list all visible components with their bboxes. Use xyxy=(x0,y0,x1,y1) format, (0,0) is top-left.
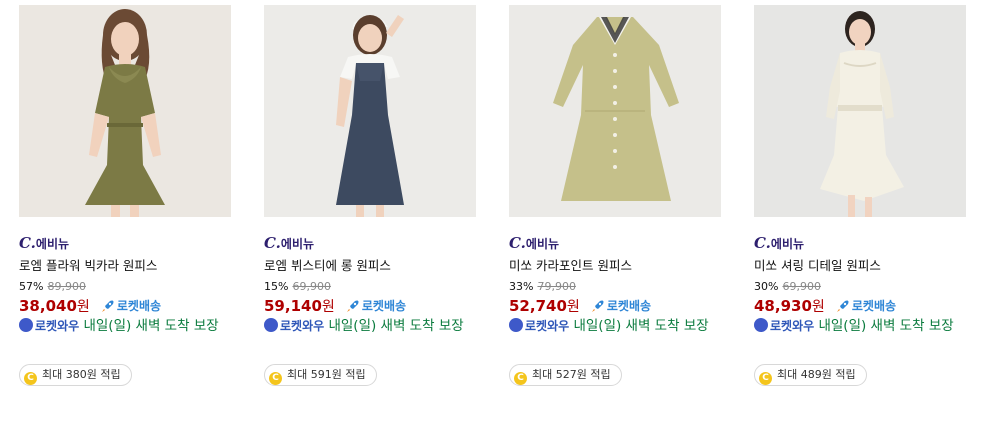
rocket-delivery-badge: 로켓배송 xyxy=(101,296,161,316)
product-card[interactable]: C.에비뉴 로엠 뷔스티에 롱 원피스 15% 69,900 59,140원 로켓… xyxy=(264,5,477,386)
rocket-icon xyxy=(101,300,114,312)
currency-unit: 원 xyxy=(811,299,825,315)
discount-rate: 33% xyxy=(509,280,534,293)
reward-badge: C 최대 489원 적립 xyxy=(754,364,867,386)
wow-label: 로켓와우 xyxy=(35,319,80,333)
product-image[interactable] xyxy=(509,5,721,217)
delivery-text: 내일(일) 새벽 도착 보장 xyxy=(328,318,464,334)
delivery-text: 내일(일) 새벽 도착 보장 xyxy=(818,318,954,334)
product-card[interactable]: C.에비뉴 미쏘 셔링 디테일 원피스 30% 69,900 48,930원 로켓… xyxy=(754,5,967,386)
coin-icon: C xyxy=(24,372,37,385)
rocket-icon xyxy=(591,300,604,312)
product-card[interactable]: C.에비뉴 로엠 플라워 빅카라 원피스 57% 89,900 38,040원 로… xyxy=(19,5,232,386)
reward-badge: C 최대 527원 적립 xyxy=(509,364,622,386)
product-name[interactable]: 로엠 플라워 빅카라 원피스 xyxy=(19,257,232,275)
reward-text: 최대 489원 적립 xyxy=(777,368,856,381)
rocket-icon xyxy=(836,300,849,312)
brand-logo: C.에비뉴 xyxy=(754,234,805,252)
reward-badge: C 최대 591원 적립 xyxy=(264,364,377,386)
brand-name: 에비뉴 xyxy=(770,237,805,251)
original-price: 69,900 xyxy=(782,280,821,293)
rocket-delivery-badge: 로켓배송 xyxy=(346,296,406,316)
sale-price: 48,930 xyxy=(754,297,812,315)
brand-name: 에비뉴 xyxy=(280,237,315,251)
coin-icon: C xyxy=(514,372,527,385)
discount-rate: 15% xyxy=(264,280,289,293)
price-line: 52,740원 로켓배송 xyxy=(509,296,722,316)
rocket-delivery-badge: 로켓배송 xyxy=(591,296,651,316)
wow-label: 로켓와우 xyxy=(280,319,325,333)
price-line: 38,040원 로켓배송 xyxy=(19,296,232,316)
reward-text: 최대 527원 적립 xyxy=(532,368,611,381)
reward-badge: C 최대 380원 적립 xyxy=(19,364,132,386)
discount-line: 15% 69,900 xyxy=(264,280,477,294)
sale-price: 52,740 xyxy=(509,297,567,315)
currency-unit: 원 xyxy=(566,299,580,315)
delivery-promise: 로켓와우 내일(일) 새벽 도착 보장 xyxy=(19,318,229,335)
price-line: 48,930원 로켓배송 xyxy=(754,296,967,316)
rocket-wow-icon xyxy=(19,318,33,332)
brand-logo: C.에비뉴 xyxy=(509,234,560,252)
wow-label: 로켓와우 xyxy=(770,319,815,333)
coin-icon: C xyxy=(269,372,282,385)
product-name[interactable]: 로엠 뷔스티에 롱 원피스 xyxy=(264,257,477,275)
currency-unit: 원 xyxy=(76,299,90,315)
delivery-text: 내일(일) 새벽 도착 보장 xyxy=(573,318,709,334)
reward-text: 최대 591원 적립 xyxy=(287,368,366,381)
price-line: 59,140원 로켓배송 xyxy=(264,296,477,316)
coin-icon: C xyxy=(759,372,772,385)
product-image[interactable] xyxy=(19,5,231,217)
brand-logo: C.에비뉴 xyxy=(19,234,70,252)
rocket-wow-icon xyxy=(754,318,768,332)
rocket-delivery-badge: 로켓배송 xyxy=(836,296,896,316)
delivery-promise: 로켓와우 내일(일) 새벽 도착 보장 xyxy=(264,318,474,335)
product-image[interactable] xyxy=(264,5,476,217)
delivery-promise: 로켓와우 내일(일) 새벽 도착 보장 xyxy=(509,318,719,335)
delivery-promise: 로켓와우 내일(일) 새벽 도착 보장 xyxy=(754,318,964,335)
brand-logo: C.에비뉴 xyxy=(264,234,315,252)
delivery-text: 내일(일) 새벽 도착 보장 xyxy=(83,318,219,334)
rocket-wow-icon xyxy=(264,318,278,332)
rocket-wow-icon xyxy=(509,318,523,332)
brand-name: 에비뉴 xyxy=(525,237,560,251)
product-name[interactable]: 미쏘 카라포인트 원피스 xyxy=(509,257,722,275)
rocket-icon xyxy=(346,300,359,312)
reward-text: 최대 380원 적립 xyxy=(42,368,121,381)
discount-rate: 57% xyxy=(19,280,44,293)
currency-unit: 원 xyxy=(321,299,335,315)
product-card[interactable]: C.에비뉴 미쏘 카라포인트 원피스 33% 79,900 52,740원 로켓배… xyxy=(509,5,722,386)
product-image[interactable] xyxy=(754,5,966,217)
wow-label: 로켓와우 xyxy=(525,319,570,333)
discount-line: 33% 79,900 xyxy=(509,280,722,294)
sale-price: 59,140 xyxy=(264,297,322,315)
original-price: 69,900 xyxy=(292,280,331,293)
discount-line: 30% 69,900 xyxy=(754,280,967,294)
discount-line: 57% 89,900 xyxy=(19,280,232,294)
product-name[interactable]: 미쏘 셔링 디테일 원피스 xyxy=(754,257,967,275)
sale-price: 38,040 xyxy=(19,297,77,315)
brand-name: 에비뉴 xyxy=(35,237,70,251)
original-price: 79,900 xyxy=(537,280,576,293)
discount-rate: 30% xyxy=(754,280,779,293)
original-price: 89,900 xyxy=(47,280,86,293)
